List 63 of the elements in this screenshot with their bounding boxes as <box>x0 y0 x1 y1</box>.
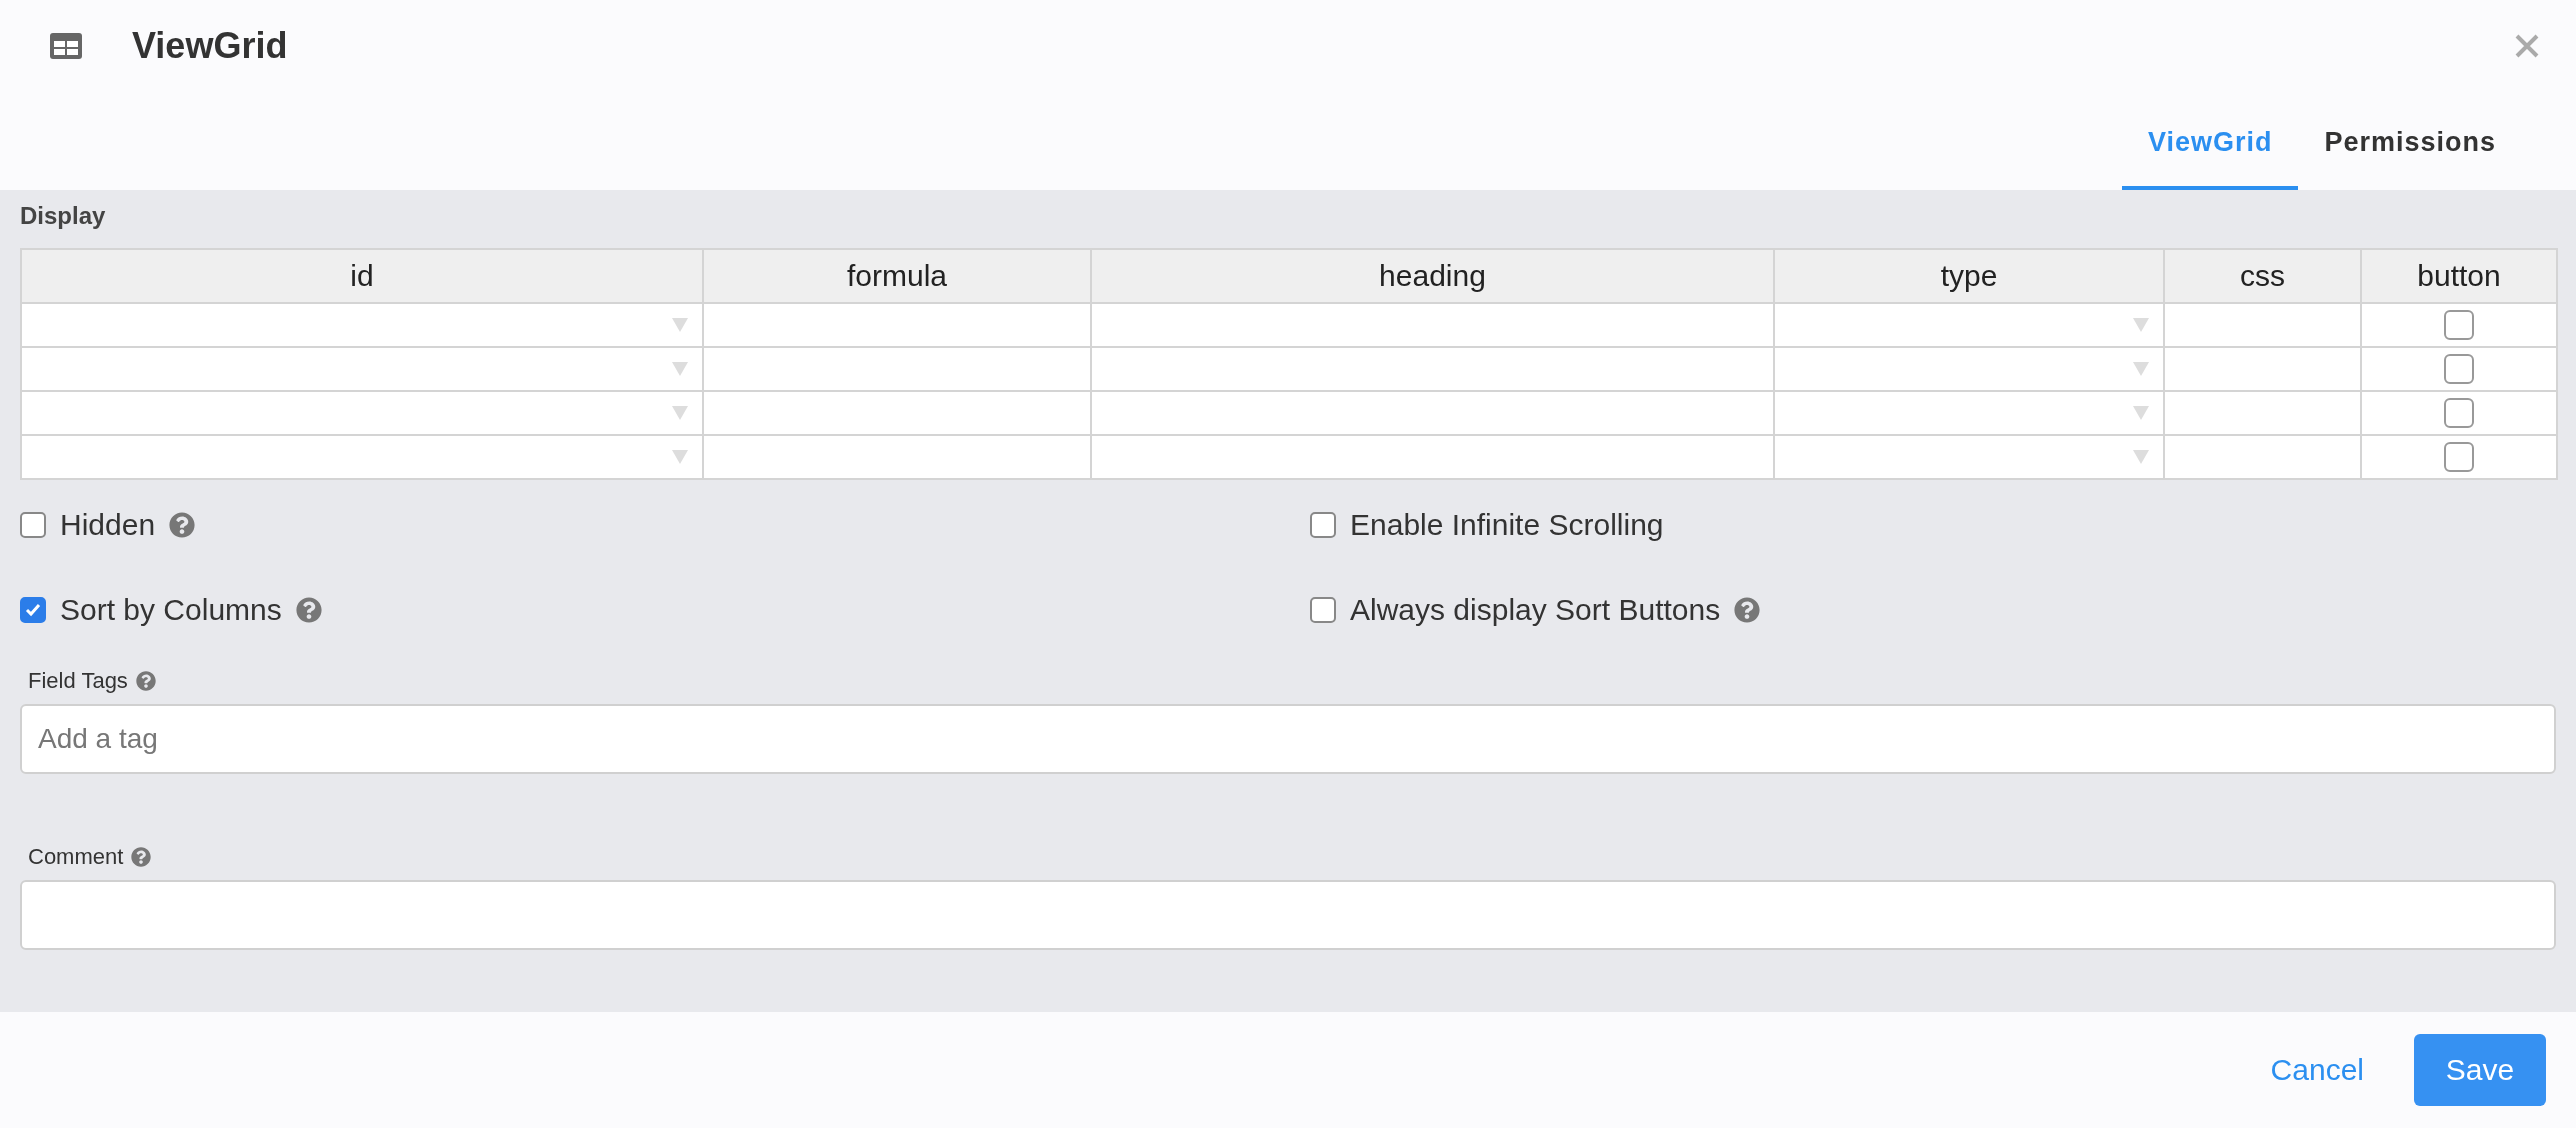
caret-icon <box>672 450 688 464</box>
select-cell[interactable] <box>21 391 703 435</box>
checkbox-label: Hidden <box>60 507 156 542</box>
checkbox[interactable] <box>1310 511 1336 538</box>
input-cell[interactable] <box>1091 303 1774 347</box>
checkbox[interactable] <box>20 511 46 538</box>
checkbox[interactable] <box>2444 310 2474 340</box>
field-label: Comment <box>28 844 124 870</box>
caret-icon <box>2133 450 2149 464</box>
tab[interactable]: Permissions <box>2298 99 2522 190</box>
caret-icon <box>672 362 688 376</box>
column-header: css <box>2164 249 2361 303</box>
caret-icon <box>2133 362 2149 376</box>
column-header: button <box>2361 249 2557 303</box>
close-button[interactable] <box>2514 33 2540 59</box>
select-cell[interactable] <box>1774 435 2164 479</box>
checkbox[interactable] <box>1310 596 1336 623</box>
checkbox-label: Always display Sort Buttons <box>1350 592 1721 627</box>
column-header: formula <box>703 249 1091 303</box>
checkbox[interactable] <box>20 596 46 623</box>
section-title: Display <box>20 202 107 230</box>
input-cell[interactable] <box>703 435 1091 479</box>
table-icon <box>50 33 82 59</box>
select-cell[interactable] <box>21 435 703 479</box>
select-cell[interactable] <box>21 347 703 391</box>
save-button[interactable]: Save <box>2414 1034 2546 1106</box>
dialog-title: ViewGrid <box>132 25 289 67</box>
help-icon[interactable] <box>131 847 152 867</box>
help-icon[interactable] <box>295 596 322 623</box>
caret-icon <box>2133 406 2149 420</box>
checkbox-label: Enable Infinite Scrolling <box>1350 507 1664 542</box>
help-icon[interactable] <box>169 511 196 538</box>
input-field[interactable] <box>20 880 2556 950</box>
input-cell[interactable] <box>2164 391 2361 435</box>
select-cell[interactable] <box>1774 391 2164 435</box>
caret-icon <box>2133 318 2149 332</box>
input-cell[interactable] <box>2164 347 2361 391</box>
column-header: type <box>1774 249 2164 303</box>
select-cell[interactable] <box>21 303 703 347</box>
help-icon[interactable] <box>1734 596 1761 623</box>
column-header: heading <box>1091 249 1774 303</box>
checkbox[interactable] <box>2444 354 2474 384</box>
select-cell[interactable] <box>1774 303 2164 347</box>
help-icon[interactable] <box>135 671 156 691</box>
input-cell[interactable] <box>703 347 1091 391</box>
checkbox-label: Sort by Columns <box>60 592 282 627</box>
input-field[interactable]: Add a tag <box>20 704 2556 774</box>
input-cell[interactable] <box>703 391 1091 435</box>
checkbox[interactable] <box>2444 442 2474 472</box>
tab[interactable]: ViewGrid <box>2121 99 2299 190</box>
caret-icon <box>672 318 688 332</box>
column-header: id <box>21 249 703 303</box>
input-cell[interactable] <box>1091 391 1774 435</box>
caret-icon <box>672 406 688 420</box>
input-cell[interactable] <box>1091 347 1774 391</box>
select-cell[interactable] <box>1774 347 2164 391</box>
input-cell[interactable] <box>2164 435 2361 479</box>
cancel-link[interactable]: Cancel <box>2260 1043 2374 1097</box>
input-cell[interactable] <box>2164 303 2361 347</box>
field-label: Field Tags <box>28 668 128 694</box>
input-cell[interactable] <box>703 303 1091 347</box>
checkbox[interactable] <box>2444 398 2474 428</box>
input-cell[interactable] <box>1091 435 1774 479</box>
